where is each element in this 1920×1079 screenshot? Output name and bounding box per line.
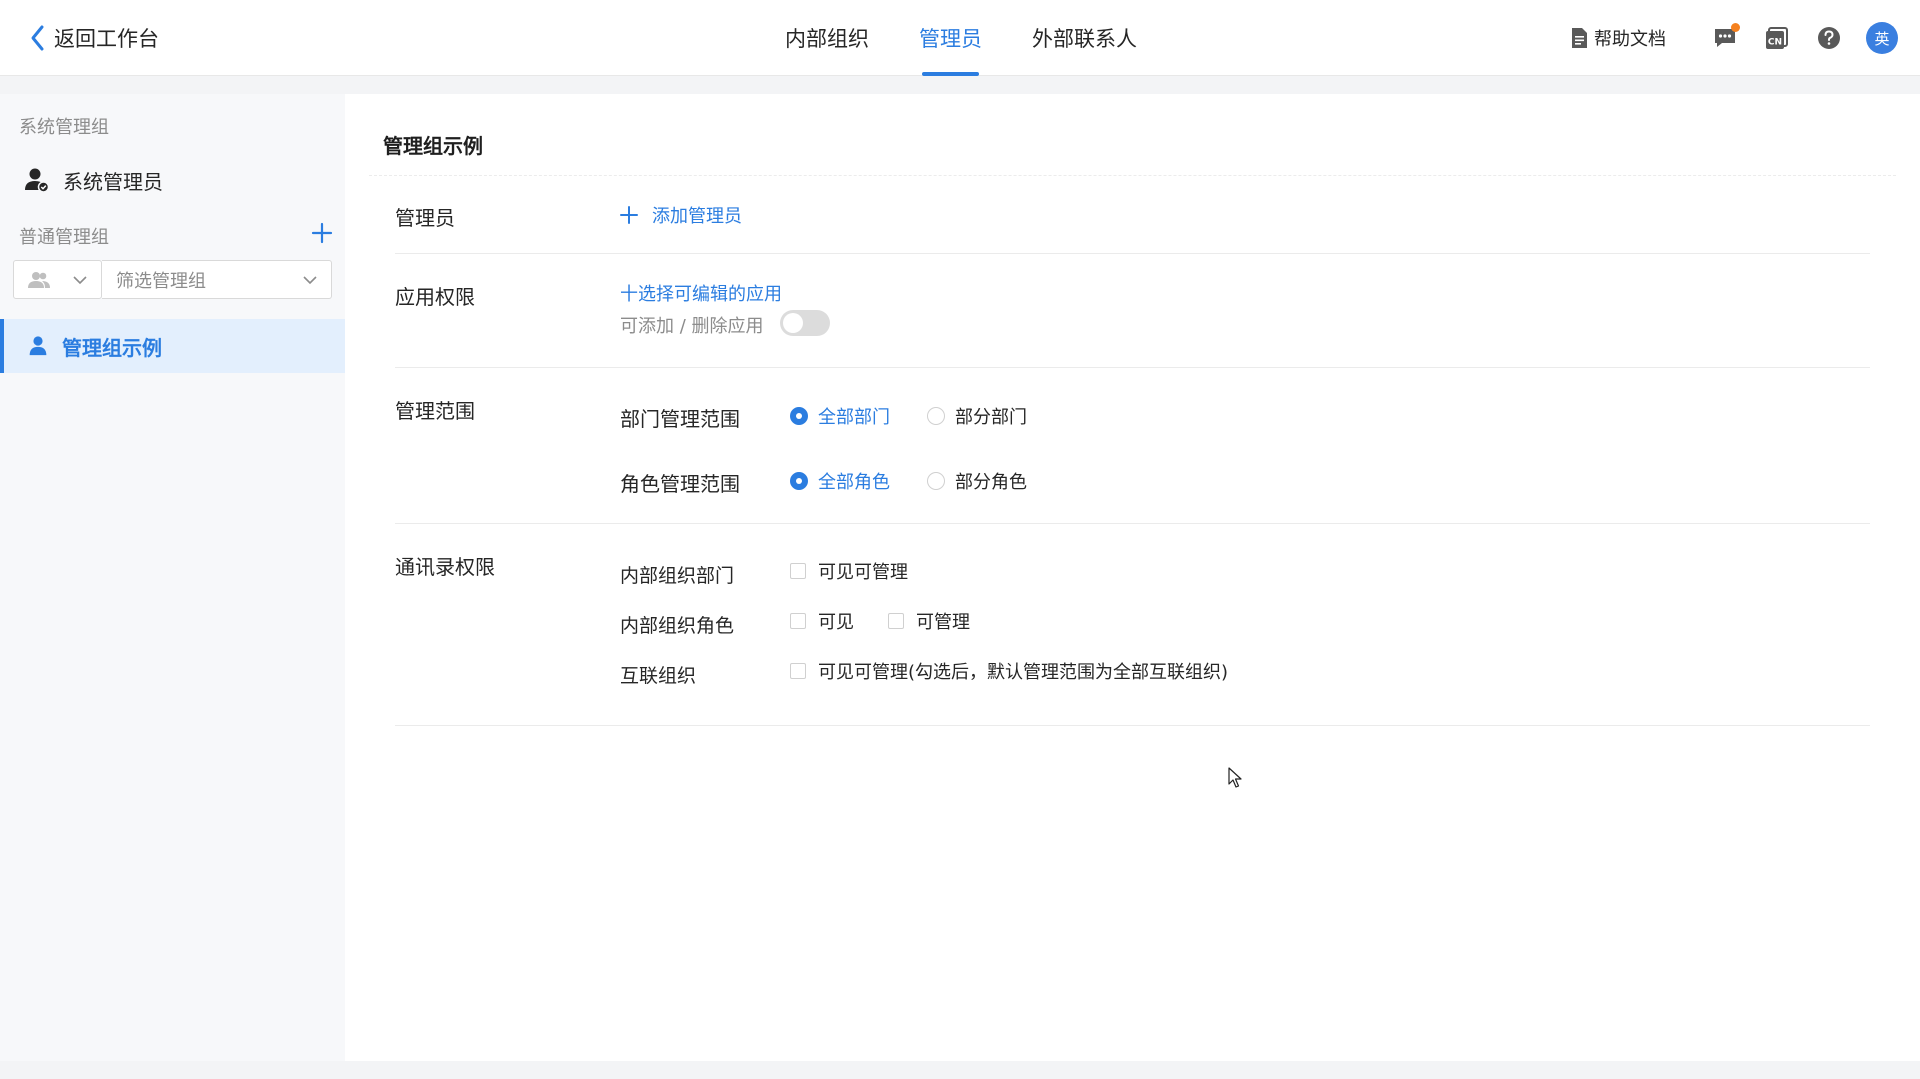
- divider: [395, 367, 1870, 368]
- back-label: 返回工作台: [54, 27, 159, 51]
- radio-label: 全部部门: [818, 407, 890, 428]
- help-docs-button[interactable]: 帮助文档: [1570, 25, 1666, 51]
- scope-label: 管理范围: [395, 399, 475, 423]
- mouse-cursor-icon: [1228, 767, 1242, 788]
- group-filters: 筛选管理组: [13, 260, 332, 299]
- divider: [395, 253, 1870, 254]
- radio-partial-departments[interactable]: 部分部门: [927, 403, 1027, 429]
- help-docs-label: 帮助文档: [1594, 29, 1666, 50]
- top-bar: 返回工作台 内部组织 管理员 外部联系人 帮助文档 CN 英: [0, 0, 1920, 76]
- checkbox-label: 可见可管理(勾选后，默认管理范围为全部互联组织): [818, 662, 1229, 683]
- checkbox-label: 可见: [818, 612, 854, 633]
- tab-admins[interactable]: 管理员: [894, 0, 1007, 76]
- user-avatar[interactable]: 英: [1866, 22, 1898, 54]
- checkbox-box: [888, 613, 904, 629]
- user-icon: [29, 336, 47, 356]
- back-to-workbench-button[interactable]: 返回工作台: [28, 22, 159, 54]
- system-group-title: 系统管理组: [19, 117, 109, 138]
- chevron-left-icon: [31, 25, 44, 51]
- checkbox-box: [790, 663, 806, 679]
- radio-circle: [927, 407, 945, 425]
- tab-external-contacts[interactable]: 外部联系人: [1007, 0, 1162, 76]
- select-apps-link[interactable]: 十选择可编辑的应用: [620, 280, 782, 306]
- radio-label: 部分角色: [955, 472, 1027, 493]
- add-remove-apps-label: 可添加 / 删除应用: [620, 316, 764, 337]
- radio-all-departments[interactable]: 全部部门: [790, 403, 890, 429]
- language-cn-icon: CN: [1766, 27, 1788, 49]
- document-icon: [1572, 28, 1587, 48]
- radio-circle: [790, 472, 808, 490]
- radio-label: 部分部门: [955, 407, 1027, 428]
- sidebar-item-label: 管理组示例: [62, 335, 162, 360]
- normal-group-title: 普通管理组: [19, 227, 109, 248]
- messages-button[interactable]: [1710, 23, 1740, 53]
- radio-circle: [927, 472, 945, 490]
- contacts-permission-label: 通讯录权限: [395, 555, 495, 579]
- radio-label: 全部角色: [818, 472, 890, 493]
- add-group-icon[interactable]: [311, 222, 333, 244]
- notification-dot: [1731, 23, 1740, 32]
- role-scope-label: 角色管理范围: [620, 472, 740, 496]
- add-remove-apps-toggle[interactable]: [780, 310, 830, 336]
- interconnect-label: 互联组织: [620, 665, 697, 687]
- sidebar-item-system-admin[interactable]: 系统管理员: [0, 153, 345, 207]
- chevron-down-icon: [303, 275, 317, 284]
- group-filter-select[interactable]: 筛选管理组: [102, 260, 332, 299]
- checkbox-box: [790, 613, 806, 629]
- radio-partial-roles[interactable]: 部分角色: [927, 468, 1027, 494]
- page-title: 管理组示例: [383, 134, 483, 158]
- radio-circle: [790, 407, 808, 425]
- sidebar-item-example-group[interactable]: 管理组示例: [0, 319, 345, 373]
- checkbox-label: 可管理: [916, 612, 970, 633]
- divider: [395, 725, 1870, 726]
- divider: [369, 175, 1896, 176]
- group-filter-placeholder: 筛选管理组: [116, 270, 206, 292]
- plus-icon: [620, 206, 638, 224]
- radio-all-roles[interactable]: 全部角色: [790, 468, 890, 494]
- checkbox-org-role-visible[interactable]: 可见: [790, 608, 854, 634]
- header-tools: 帮助文档 CN 英: [1570, 20, 1898, 56]
- admins-label: 管理员: [395, 206, 455, 230]
- checkbox-box: [790, 563, 806, 579]
- divider: [395, 523, 1870, 524]
- org-role-label: 内部组织角色: [620, 615, 735, 637]
- main-panel: 管理组示例 管理员 添加管理员 应用权限 十选择可编辑的应用 可添加 / 删除应…: [345, 94, 1920, 1061]
- svg-text:CN: CN: [1768, 38, 1782, 48]
- checkbox-org-role-manage[interactable]: 可管理: [888, 608, 970, 634]
- checkbox-interconnect-manage[interactable]: 可见可管理(勾选后，默认管理范围为全部互联组织): [790, 658, 1228, 684]
- tab-internal-org[interactable]: 内部组织: [760, 0, 894, 76]
- toggle-knob: [783, 313, 803, 333]
- admin-user-icon: [25, 168, 49, 193]
- help-button[interactable]: [1814, 23, 1844, 53]
- sidebar: 系统管理组 系统管理员 普通管理组 筛选管理组 管理组示例: [0, 94, 345, 1061]
- main-nav: 内部组织 管理员 外部联系人: [760, 0, 1162, 76]
- checkbox-label: 可见可管理: [818, 562, 908, 583]
- add-admin-link[interactable]: 添加管理员: [620, 202, 742, 228]
- add-admin-label: 添加管理员: [652, 206, 742, 227]
- language-button[interactable]: CN: [1762, 23, 1792, 53]
- org-dept-label: 内部组织部门: [620, 565, 735, 587]
- question-icon: [1818, 27, 1840, 49]
- checkbox-org-dept-manage[interactable]: 可见可管理: [790, 558, 908, 584]
- group-type-select[interactable]: [13, 260, 102, 299]
- sidebar-item-label: 系统管理员: [63, 169, 163, 194]
- app-permission-label: 应用权限: [395, 285, 475, 309]
- users-icon: [28, 271, 50, 288]
- chevron-down-icon: [73, 275, 87, 284]
- dept-scope-label: 部门管理范围: [620, 407, 740, 431]
